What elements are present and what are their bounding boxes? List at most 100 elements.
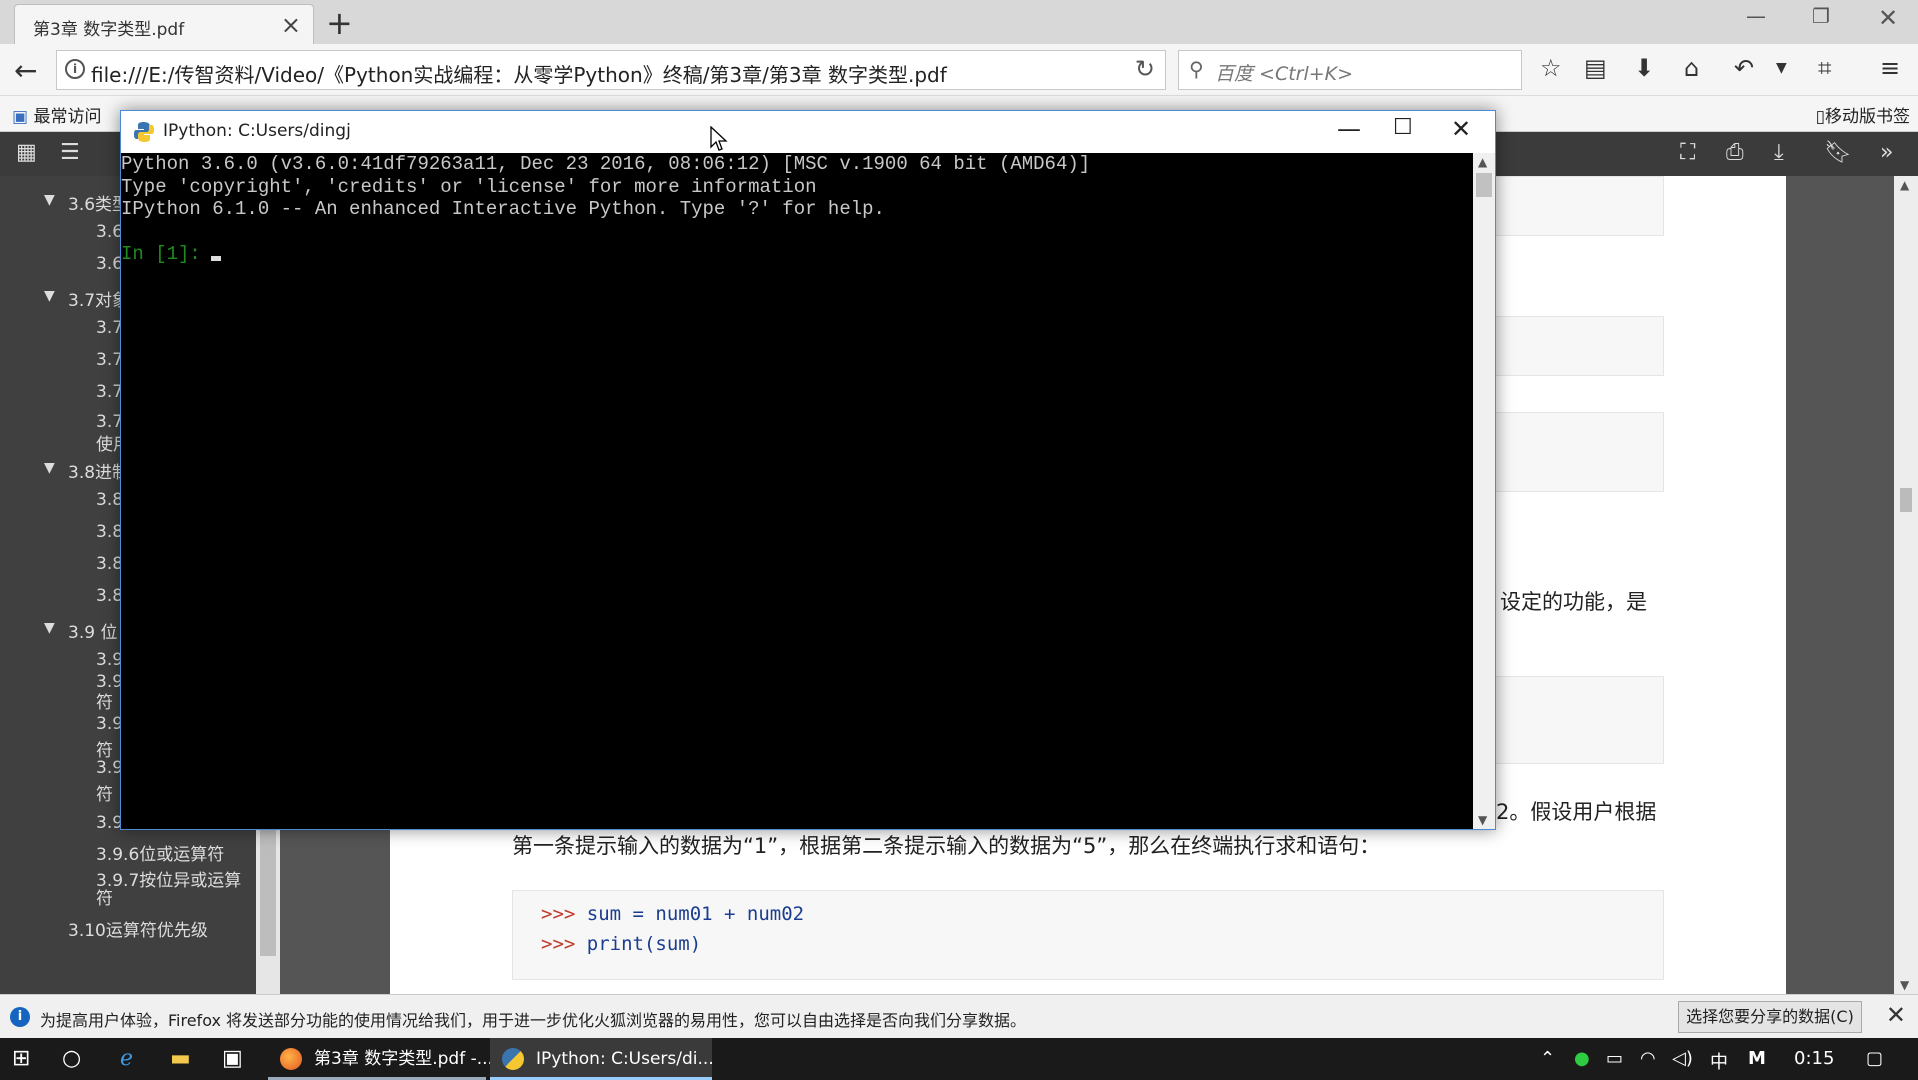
download-icon[interactable]: ⬇: [1634, 54, 1654, 82]
star-icon[interactable]: ☆: [1540, 54, 1562, 82]
volume-icon[interactable]: ◁): [1672, 1048, 1693, 1069]
outline-item[interactable]: 3.6: [96, 254, 123, 274]
outline-item[interactable]: 3.7: [96, 318, 123, 338]
pdf-scrollbar[interactable]: ▲ ▼: [1894, 176, 1918, 994]
close-notification-icon[interactable]: ✕: [1886, 1001, 1906, 1029]
console-output[interactable]: Python 3.6.0 (v3.6.0:41df79263a11, Dec 2…: [121, 153, 1473, 829]
back-arrow-icon[interactable]: ←: [14, 54, 37, 87]
reload-icon[interactable]: ↻: [1135, 55, 1155, 83]
outline-item[interactable]: 3.8: [96, 490, 123, 510]
outline-item[interactable]: 符: [96, 780, 113, 805]
cortana-icon[interactable]: ○: [62, 1046, 81, 1071]
bookmark-mobile[interactable]: ▯移动版书签: [1816, 102, 1910, 127]
dropdown-icon[interactable]: ▼: [1776, 60, 1787, 76]
mobile-icon: ▯: [1816, 107, 1825, 127]
input-prompt: In [1]:: [121, 243, 201, 265]
outline-item[interactable]: 符: [96, 884, 113, 909]
outline-item[interactable]: 3.7: [96, 382, 123, 402]
notifications-icon[interactable]: ▢: [1866, 1048, 1883, 1069]
console-input-line[interactable]: In [1]:: [121, 243, 1473, 266]
page-text: 第一条提示输入的数据为“1”，根据第二条提示输入的数据为“5”，那么在终端执行求…: [512, 830, 1380, 860]
ipython-title: IPython: C:Users/dingj: [163, 121, 351, 141]
explorer-icon[interactable]: ▬: [170, 1046, 191, 1071]
outline-item[interactable]: 3.8: [96, 586, 123, 606]
home-icon[interactable]: ⌂: [1684, 54, 1699, 82]
print-icon[interactable]: ⎙: [1726, 140, 1744, 165]
minimize-icon[interactable]: —: [1337, 115, 1361, 143]
navigation-bar: ← i file:///E:/传智资料/Video/《Python实战编程：从零…: [0, 44, 1918, 96]
windows-start-icon[interactable]: ⊞: [12, 1046, 30, 1071]
outline-item[interactable]: 3.9: [96, 758, 123, 778]
ipython-window[interactable]: IPython: C:Users/dingj — ☐ ✕ Python 3.6.…: [120, 110, 1496, 830]
search-input[interactable]: ⚲ 百度 <Ctrl+K>: [1178, 50, 1522, 90]
info-icon[interactable]: i: [65, 59, 85, 79]
pdf-scroll-thumb[interactable]: [1900, 488, 1912, 512]
expand-triangle-icon[interactable]: ▼: [44, 288, 55, 304]
outline-item[interactable]: 3.9.7按位异或运算: [96, 866, 241, 891]
bookmark-most-visited[interactable]: ▣ 最常访问: [12, 102, 101, 127]
outline-item[interactable]: 3.10运算符优先级: [68, 916, 208, 941]
outline-item[interactable]: 3.9: [96, 714, 123, 734]
console-blank: [121, 221, 1473, 244]
fullscreen-icon[interactable]: ⛶: [1680, 140, 1695, 165]
crop-icon[interactable]: ⌗: [1818, 54, 1832, 82]
restore-icon[interactable]: ❐: [1812, 4, 1830, 28]
taskbar-ipython-button[interactable]: IPython: C:Users/di...: [490, 1038, 712, 1080]
outline-item[interactable]: 3.8: [96, 554, 123, 574]
expand-triangle-icon[interactable]: ▼: [44, 192, 55, 208]
close-icon[interactable]: ✕: [1451, 115, 1471, 143]
code-line: >>> sum = num01 + num02: [541, 903, 804, 925]
battery-icon[interactable]: ▭: [1606, 1048, 1623, 1069]
taskbar-firefox-button[interactable]: 第3章 数字类型.pdf -...: [268, 1038, 486, 1080]
undo-icon[interactable]: ↶: [1734, 54, 1754, 82]
browser-tab[interactable]: 第3章 数字类型.pdf ×: [14, 4, 314, 44]
close-window-icon[interactable]: ✕: [1878, 4, 1898, 32]
tray-chevron-icon[interactable]: ⌃: [1540, 1048, 1555, 1069]
scroll-up-icon[interactable]: ▲: [1478, 155, 1487, 169]
tab-close-icon[interactable]: ×: [281, 11, 301, 39]
outline-item[interactable]: 3.7: [96, 350, 123, 370]
tab-title: 第3章 数字类型.pdf: [33, 15, 184, 40]
grid-icon[interactable]: ▦: [16, 140, 37, 165]
code-block: >>> sum = num01 + num02 >>> print(sum): [512, 890, 1664, 980]
scroll-down-icon[interactable]: ▼: [1900, 978, 1909, 992]
search-placeholder: 百度 <Ctrl+K>: [1215, 59, 1353, 86]
expand-triangle-icon[interactable]: ▼: [44, 460, 55, 476]
ipython-titlebar[interactable]: IPython: C:Users/dingj — ☐ ✕: [121, 111, 1495, 153]
console-scroll-thumb[interactable]: [1476, 173, 1492, 197]
list-icon[interactable]: ☰: [60, 140, 80, 165]
m-icon[interactable]: M: [1748, 1048, 1766, 1069]
share-data-button[interactable]: 选择您要分享的数据(C): [1678, 1001, 1862, 1033]
outline-scroll-thumb[interactable]: [260, 816, 276, 956]
outline-item[interactable]: 3.7: [96, 412, 123, 432]
ime-indicator[interactable]: 中: [1710, 1048, 1728, 1074]
outline-item[interactable]: 3.9: [96, 650, 123, 670]
python-icon: [502, 1048, 524, 1070]
clock[interactable]: 0:15: [1794, 1048, 1834, 1069]
tray-status-icon[interactable]: ●: [1574, 1048, 1590, 1069]
expand-triangle-icon[interactable]: ▼: [44, 620, 55, 636]
scroll-down-icon[interactable]: ▼: [1478, 813, 1487, 827]
maximize-icon[interactable]: ☐: [1393, 115, 1413, 140]
address-bar[interactable]: i file:///E:/传智资料/Video/《Python实战编程：从零学P…: [56, 50, 1166, 90]
wifi-icon[interactable]: ◠: [1640, 1048, 1656, 1069]
console-line: Python 3.6.0 (v3.6.0:41df79263a11, Dec 2…: [121, 153, 1473, 176]
menu-icon[interactable]: ≡: [1880, 54, 1900, 82]
bookmark-icon[interactable]: 🔖︎: [1824, 140, 1852, 165]
reader-icon[interactable]: ▤: [1584, 54, 1607, 82]
minimize-icon[interactable]: —: [1746, 4, 1766, 28]
firefox-icon: [280, 1048, 302, 1070]
outline-item[interactable]: 符: [96, 688, 113, 713]
url-text[interactable]: file:///E:/传智资料/Video/《Python实战编程：从零学Pyt…: [91, 59, 947, 88]
edge-icon[interactable]: ℯ: [120, 1046, 133, 1071]
console-scrollbar[interactable]: ▲ ▼: [1473, 153, 1495, 829]
outline-item[interactable]: 3.6: [96, 222, 123, 242]
new-tab-icon[interactable]: +: [326, 4, 353, 42]
save-icon[interactable]: ⤓: [1774, 140, 1784, 165]
outline-item[interactable]: 3.8: [96, 522, 123, 542]
outline-item[interactable]: 3.9 位: [68, 618, 117, 643]
store-icon[interactable]: ▣: [222, 1046, 243, 1071]
more-icon[interactable]: »: [1880, 140, 1893, 165]
scroll-up-icon[interactable]: ▲: [1900, 178, 1909, 192]
outline-item[interactable]: 3.9.6位或运算符: [96, 840, 224, 865]
